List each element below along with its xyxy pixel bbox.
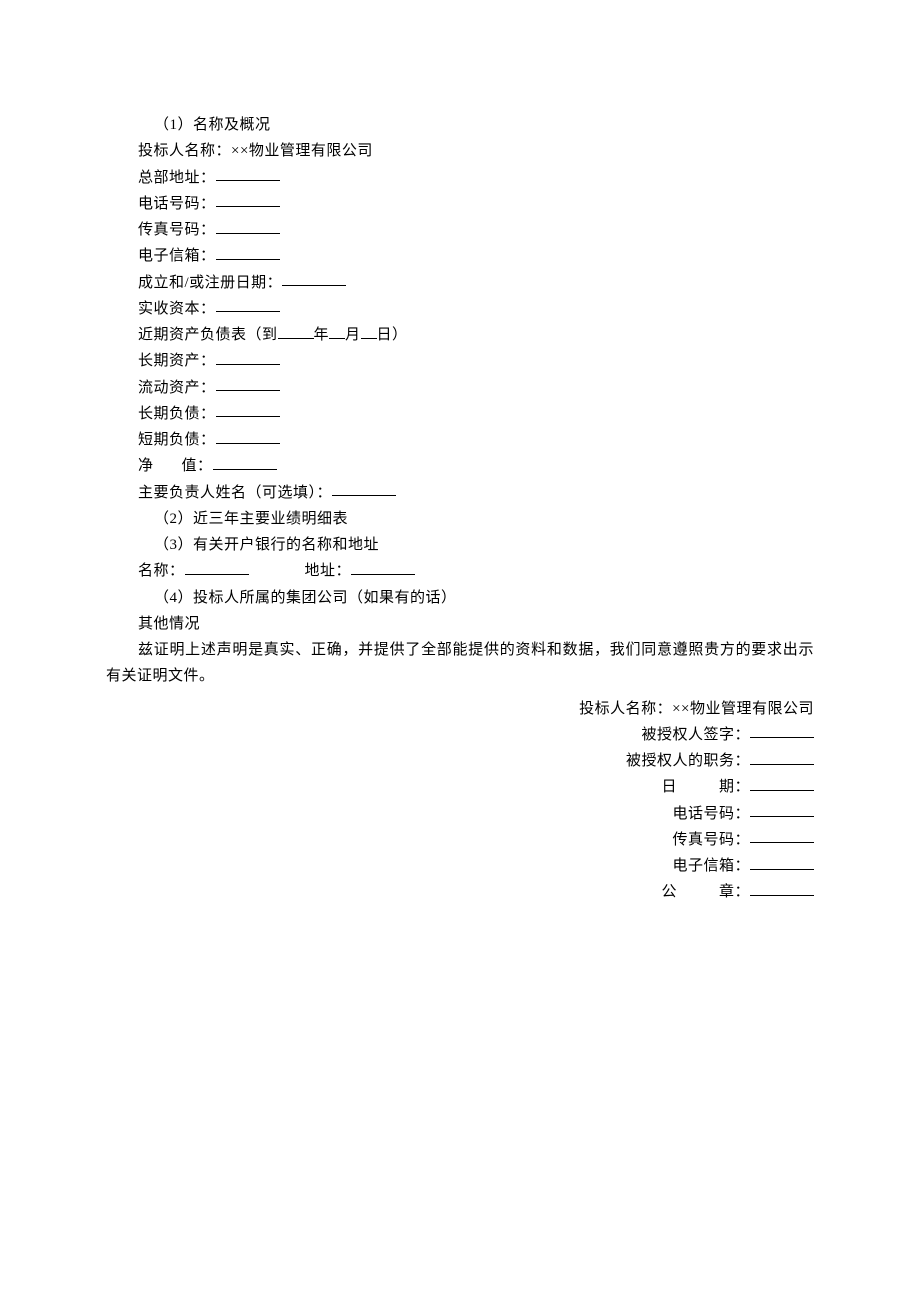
field-current-assets: 流动资产：	[106, 375, 814, 401]
blank-day	[361, 322, 377, 339]
label: 主要负责人姓名（可选填）：	[138, 480, 332, 506]
blank-input	[216, 401, 280, 418]
label: 实收资本：	[138, 296, 216, 322]
label-b: 值：	[182, 453, 213, 479]
label: 电话号码：	[138, 191, 216, 217]
label: 传真号码：	[672, 827, 750, 853]
label: 总部地址：	[138, 165, 216, 191]
blank-input	[216, 296, 280, 313]
blank-year	[278, 322, 314, 339]
field-hq-address: 总部地址：	[106, 165, 814, 191]
blank-input	[216, 217, 280, 234]
certification-statement: 兹证明上述声明是真实、正确，并提供了全部能提供的资料和数据，我们同意遵照贵方的要…	[106, 637, 814, 690]
label-month: 月	[345, 322, 361, 348]
field-short-term-liabilities: 短期负债：	[106, 427, 814, 453]
spacer	[154, 453, 182, 479]
text: 兹证明上述声明是真实、正确，并提供了全部能提供的资料和数据，我们同意遵照贵方的要…	[106, 642, 814, 684]
blank-bank-addr	[351, 558, 415, 575]
label: 传真号码：	[138, 217, 216, 243]
sig-date: 日 期：	[106, 774, 814, 800]
value: ××物业管理有限公司	[672, 696, 814, 722]
label: 长期资产：	[138, 348, 216, 374]
label: 短期负债：	[138, 427, 216, 453]
blank-month	[329, 322, 345, 339]
field-registration-date: 成立和/或注册日期：	[106, 270, 814, 296]
section-1-title: （1）名称及概况	[106, 112, 814, 138]
field-email: 电子信箱：	[106, 243, 814, 269]
blank-input	[750, 748, 814, 765]
blank-input	[750, 879, 814, 896]
signature-block: 投标人名称：××物业管理有限公司 被授权人签字： 被授权人的职务： 日 期： 电话…	[106, 696, 814, 906]
section-4-title: （4）投标人所属的集团公司（如果有的话）	[106, 585, 814, 611]
document-body: （1）名称及概况 投标人名称：××物业管理有限公司 总部地址： 电话号码： 传真…	[106, 112, 814, 906]
value: ××物业管理有限公司	[231, 138, 373, 164]
label: 电子信箱：	[138, 243, 216, 269]
field-principal-name: 主要负责人姓名（可选填）：	[106, 480, 814, 506]
text: 其他情况	[138, 611, 200, 637]
field-bank: 名称： 地址：	[106, 558, 814, 584]
label-day: 日）	[377, 322, 408, 348]
bank-addr-label: 地址：	[305, 558, 352, 584]
blank-input	[216, 191, 280, 208]
spacer	[677, 879, 719, 905]
label: 电话号码：	[672, 801, 750, 827]
spacer	[249, 558, 305, 584]
sig-authorized-sign: 被授权人签字：	[106, 722, 814, 748]
blank-input	[750, 853, 814, 870]
field-long-term-liabilities: 长期负债：	[106, 401, 814, 427]
blank-input	[216, 375, 280, 392]
field-long-term-assets: 长期资产：	[106, 348, 814, 374]
field-phone: 电话号码：	[106, 191, 814, 217]
label: 长期负债：	[138, 401, 216, 427]
blank-input	[750, 774, 814, 791]
text: （3）有关开户银行的名称和地址	[154, 532, 379, 558]
section-2-title: （2）近三年主要业绩明细表	[106, 506, 814, 532]
label: 投标人名称：	[579, 696, 672, 722]
field-paid-capital: 实收资本：	[106, 296, 814, 322]
blank-input	[216, 243, 280, 260]
label: 流动资产：	[138, 375, 216, 401]
sig-phone: 电话号码：	[106, 801, 814, 827]
label-a: 公	[661, 879, 677, 905]
sig-email: 电子信箱：	[106, 853, 814, 879]
bank-name-label: 名称：	[138, 558, 185, 584]
text: （4）投标人所属的集团公司（如果有的话）	[154, 585, 457, 611]
blank-input	[750, 722, 814, 739]
sig-authorized-title: 被授权人的职务：	[106, 748, 814, 774]
blank-input	[282, 270, 346, 287]
label: 成立和/或注册日期：	[138, 270, 282, 296]
sig-fax: 传真号码：	[106, 827, 814, 853]
blank-input	[216, 348, 280, 365]
blank-input	[216, 427, 280, 444]
blank-input	[750, 827, 814, 844]
label-year: 年	[314, 322, 330, 348]
label: 投标人名称：	[138, 138, 231, 164]
label: 被授权人的职务：	[626, 748, 750, 774]
sig-bidder-name: 投标人名称：××物业管理有限公司	[106, 696, 814, 722]
field-fax: 传真号码：	[106, 217, 814, 243]
sig-seal: 公 章：	[106, 879, 814, 905]
other-info-label: 其他情况	[106, 611, 814, 637]
label-a: 净	[138, 453, 154, 479]
blank-input	[332, 480, 396, 497]
spacer	[677, 774, 719, 800]
field-bidder-name: 投标人名称：××物业管理有限公司	[106, 138, 814, 164]
text: （2）近三年主要业绩明细表	[154, 506, 348, 532]
label: 被授权人签字：	[641, 722, 750, 748]
label-b: 章：	[719, 879, 750, 905]
blank-input	[216, 165, 280, 182]
field-net-value: 净 值：	[106, 453, 814, 479]
blank-input	[213, 453, 277, 470]
blank-input	[750, 801, 814, 818]
label-b: 期：	[719, 774, 750, 800]
label-a: 日	[661, 774, 677, 800]
label: 电子信箱：	[672, 853, 750, 879]
text: （1）名称及概况	[154, 112, 271, 138]
blank-bank-name	[185, 558, 249, 575]
label-pre: 近期资产负债表（到	[138, 322, 278, 348]
section-3-title: （3）有关开户银行的名称和地址	[106, 532, 814, 558]
field-balance-sheet: 近期资产负债表（到 年月日）	[106, 322, 814, 348]
